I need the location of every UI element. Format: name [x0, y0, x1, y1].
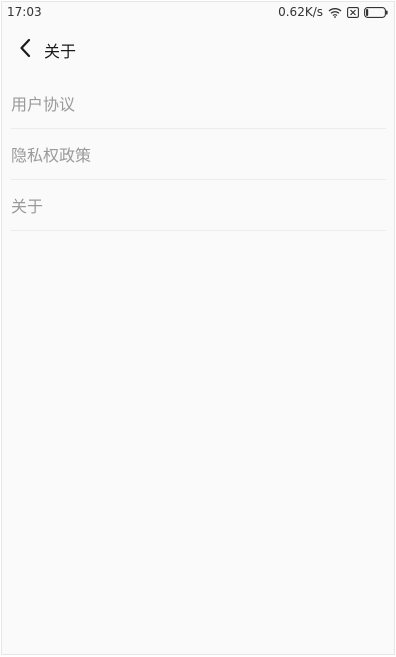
status-right: 0.62K/s [278, 5, 388, 19]
page-title: 关于 [44, 42, 77, 61]
no-sim-icon [347, 6, 359, 18]
status-bar: 17:03 0.62K/s [2, 2, 394, 22]
app-screen: 17:03 0.62K/s 关于 用户协议 隐私权政策 关于 [1, 1, 395, 655]
chevron-left-icon [19, 38, 31, 62]
menu-item-label: 用户协议 [11, 95, 76, 114]
menu-item-privacy-policy[interactable]: 隐私权政策 [11, 129, 386, 180]
network-speed: 0.62K/s [278, 5, 323, 19]
top-app-bar: 关于 [2, 22, 394, 78]
wifi-icon [328, 7, 342, 18]
menu-item-user-agreement[interactable]: 用户协议 [11, 78, 386, 129]
battery-icon [364, 6, 388, 18]
menu-item-label: 关于 [11, 197, 44, 216]
menu-item-label: 隐私权政策 [11, 146, 92, 165]
settings-menu: 用户协议 隐私权政策 关于 [2, 78, 394, 231]
back-button[interactable] [14, 36, 36, 64]
status-time: 17:03 [7, 5, 42, 19]
menu-item-about[interactable]: 关于 [11, 180, 386, 231]
